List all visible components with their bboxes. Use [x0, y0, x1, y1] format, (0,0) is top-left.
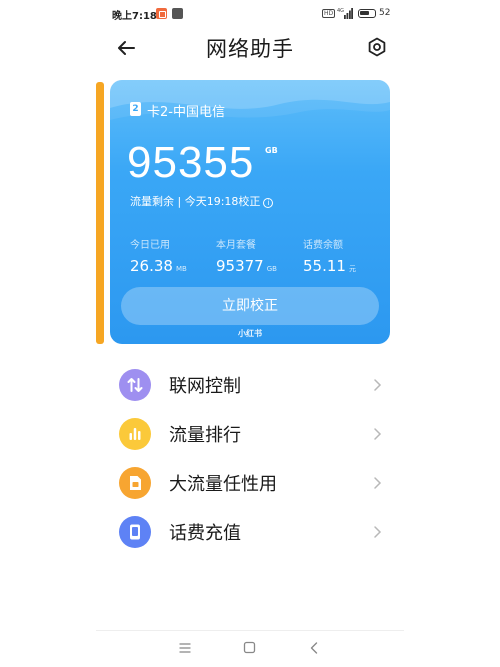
header: 网络助手 [0, 28, 500, 68]
network-arrows-icon [119, 369, 151, 401]
menu-item-label: 大流量任性用 [169, 474, 277, 495]
chevron-right-icon [374, 526, 382, 538]
battery-percent: 52 [379, 8, 391, 18]
stat-label: 话费余额 [303, 240, 343, 251]
stat-balance: 话费余额 55.11 元 [303, 236, 390, 275]
menu-item-recharge[interactable]: 话费充值 [110, 509, 390, 558]
nav-divider [96, 630, 404, 631]
app-notification-icon-2 [172, 8, 183, 19]
signal-icon: 4G [337, 8, 353, 19]
back-nav-icon[interactable] [309, 641, 319, 655]
stat-value: 55.11 元 [303, 257, 356, 275]
stat-value: 26.38 MB [130, 257, 187, 275]
sim-data-card: 2 卡2-中国电信 95355 GB 流量剩余 | 今天19:18校正 i 今日已… [110, 80, 390, 344]
remaining-data-unit: GB [265, 146, 278, 155]
status-time: 晚上7:18 [112, 11, 157, 22]
app-notification-icon [156, 8, 167, 19]
menu-item-network-control[interactable]: 联网控制 [110, 362, 390, 411]
sim-slot-icon: 2 [130, 102, 141, 116]
settings-gear-icon[interactable] [364, 34, 390, 60]
menu-item-label: 话费充值 [169, 523, 241, 544]
calibrate-button[interactable]: 立即校正 [121, 287, 379, 325]
card-side-accent [96, 82, 104, 344]
feature-menu: 联网控制 流量排行 大流量任性用 话费充值 [110, 362, 390, 558]
home-icon[interactable] [243, 641, 256, 654]
menu-item-label: 联网控制 [169, 376, 241, 397]
stat-label: 今日已用 [130, 240, 170, 251]
menu-item-label: 流量排行 [169, 425, 241, 446]
status-bar: 晚上7:18 HD 4G 52 [0, 0, 500, 28]
info-icon[interactable]: i [263, 198, 274, 208]
recent-apps-icon[interactable] [178, 642, 192, 654]
system-nav-bar [0, 634, 500, 664]
remaining-data-value: 95355 [127, 138, 255, 187]
chevron-right-icon [374, 428, 382, 440]
stat-today-used: 今日已用 26.38 MB [130, 236, 220, 275]
remaining-caption-text: 流量剩余 | 今天19:18校正 [130, 195, 261, 208]
svg-text:4G: 4G [337, 8, 344, 14]
chevron-right-icon [374, 477, 382, 489]
phone-card-icon [119, 516, 151, 548]
remaining-caption: 流量剩余 | 今天19:18校正 i [130, 193, 274, 209]
menu-item-data-ranking[interactable]: 流量排行 [110, 411, 390, 460]
page-title: 网络助手 [206, 37, 294, 61]
watermark: 小红书 [238, 329, 262, 338]
bar-chart-icon [119, 418, 151, 450]
menu-item-unlimited-data[interactable]: 大流量任性用 [110, 460, 390, 509]
sim-card-icon [119, 467, 151, 499]
battery-icon [358, 9, 376, 18]
sim-carrier-label: 卡2-中国电信 [147, 105, 225, 120]
stat-value: 95377 GB [216, 257, 277, 275]
chevron-right-icon [374, 379, 382, 391]
stat-monthly-plan: 本月套餐 95377 GB [216, 236, 306, 275]
stat-label: 本月套餐 [216, 240, 256, 251]
hd-voice-icon: HD [322, 9, 336, 18]
